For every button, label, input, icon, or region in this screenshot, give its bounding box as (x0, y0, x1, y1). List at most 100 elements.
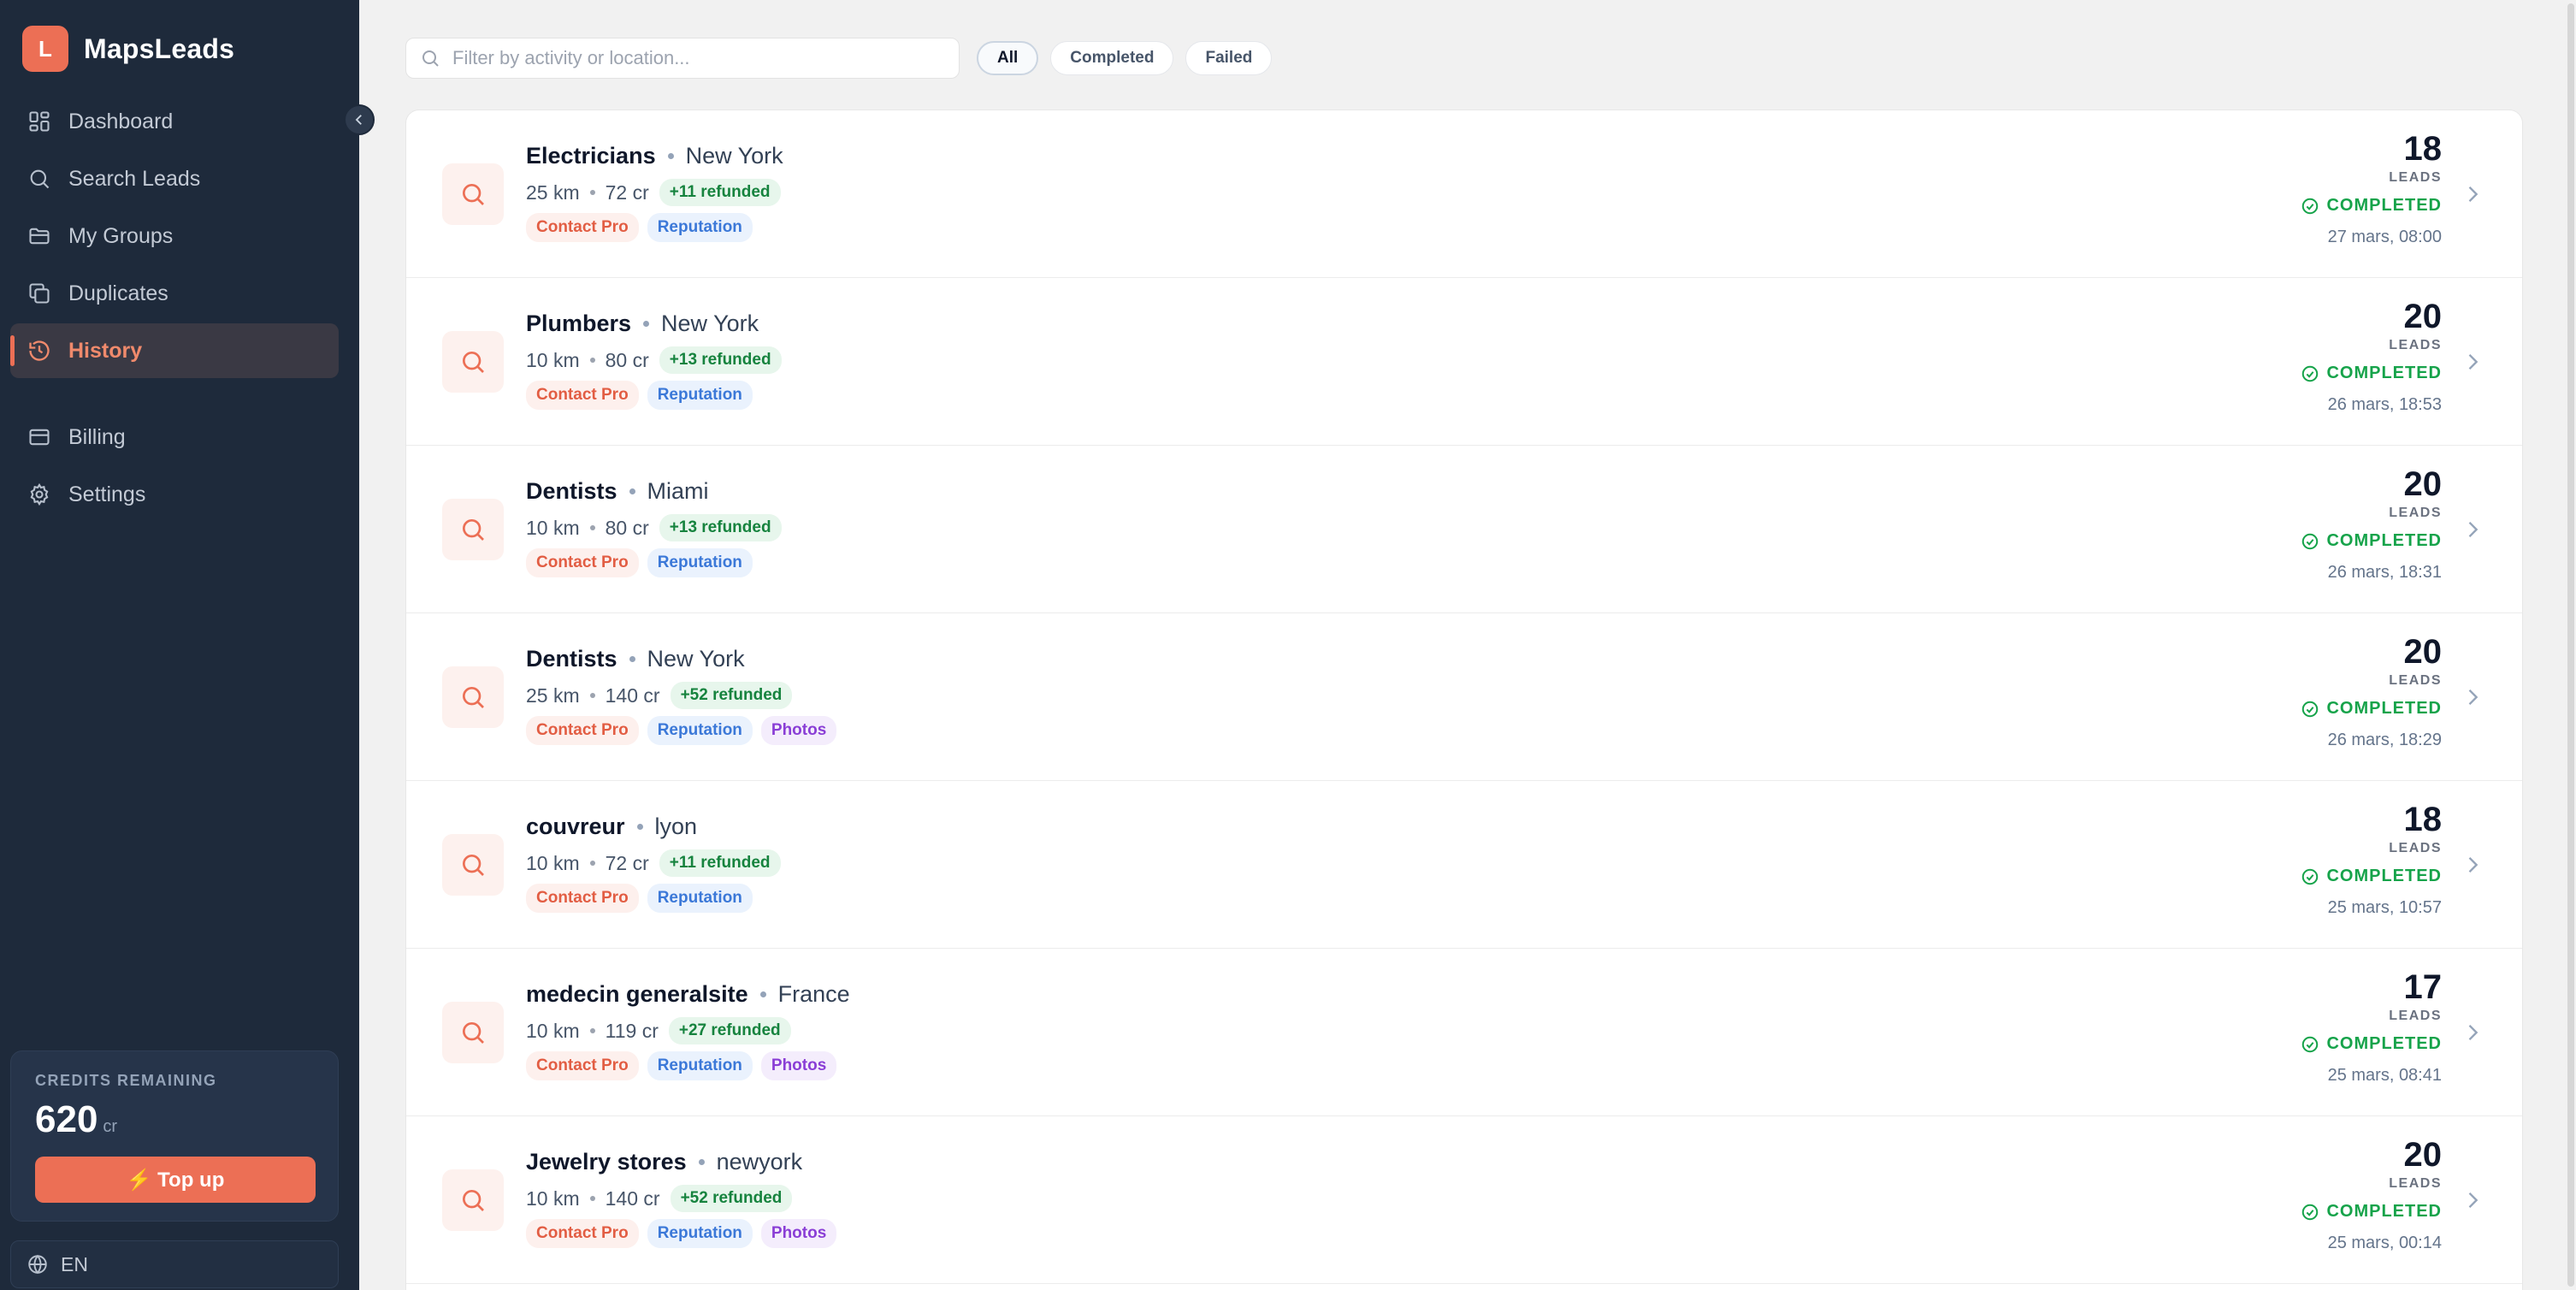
row-title: medecin generalsite France (526, 981, 850, 1008)
filter-chip-completed[interactable]: Completed (1050, 41, 1174, 75)
cost-value: 140 cr (605, 1186, 660, 1210)
leads-count: 20 (2403, 298, 2443, 335)
row-title: Electricians New York (526, 143, 783, 169)
sidebar-nav: Dashboard Search Leads My Groups Duplica… (10, 94, 339, 524)
option-tag: Photos (760, 716, 837, 745)
language-selector[interactable]: EN (10, 1240, 339, 1288)
history-icon (29, 340, 50, 361)
chevron-right-icon[interactable] (2461, 853, 2484, 877)
option-tags: Contact Pro Reputation (526, 884, 761, 913)
row-meta: 10 km 72 cr +11 refunded (526, 849, 781, 877)
status-badge: COMPLETED (2185, 196, 2442, 216)
option-tag: Photos (760, 1219, 837, 1248)
cost-value: 72 cr (605, 851, 649, 874)
chevron-right-icon[interactable] (2461, 350, 2484, 374)
cost-value: 140 cr (605, 683, 660, 707)
status-text: COMPLETED (2326, 364, 2442, 382)
search-icon (463, 1022, 484, 1044)
cost-value: 119 cr (605, 1019, 659, 1042)
refund-badge: +11 refunded (659, 179, 781, 206)
filter-chip-failed[interactable]: Failed (1185, 41, 1273, 75)
radius-value: 10 km (526, 851, 580, 874)
row-summary: 18 LEADS COMPLETED 27 mars, 08:00 (2185, 129, 2442, 247)
row-date: 25 mars, 10:57 (2327, 898, 2442, 917)
filter-chip-all[interactable]: All (977, 41, 1039, 75)
option-tags: Contact Pro Reputation (526, 381, 761, 410)
scrollbar-thumb[interactable] (2567, 3, 2574, 1287)
search-icon (30, 169, 50, 189)
check-circle-icon (2302, 533, 2319, 549)
separator-dot (589, 861, 595, 866)
language-label: EN (61, 1252, 88, 1275)
leads-count: 17 (2403, 968, 2443, 1006)
check-circle-icon (2302, 1036, 2319, 1052)
credits-label: CREDITS REMAINING (35, 1072, 217, 1089)
history-row[interactable]: Dentists Miami 10 km 80 cr +13 refunded … (406, 446, 2522, 613)
search-box[interactable] (405, 38, 960, 79)
row-date: 25 mars, 08:41 (2327, 1066, 2442, 1085)
row-meta: 10 km 80 cr +13 refunded (526, 514, 782, 541)
chevron-right-icon[interactable] (2461, 1188, 2484, 1212)
credit-card-icon (29, 429, 50, 446)
history-row[interactable]: Plumbers New York 10 km 80 cr +13 refund… (406, 278, 2522, 446)
separator-dot (629, 488, 635, 494)
row-summary: 20 LEADS COMPLETED 26 mars, 18:53 (2185, 297, 2442, 415)
search-icon-badge (442, 1002, 504, 1063)
row-summary: 20 LEADS COMPLETED 26 mars, 18:29 (2185, 632, 2442, 750)
option-tag: Reputation (647, 381, 753, 410)
sidebar-item-label: My Groups (68, 223, 174, 248)
cost-value: 80 cr (605, 516, 649, 539)
search-icon (463, 687, 484, 708)
status-badge: COMPLETED (2185, 867, 2442, 886)
option-tag: Contact Pro (526, 716, 639, 745)
sidebar-item-label: History (68, 338, 143, 363)
history-row[interactable]: Dentists New York 25 km 140 cr +52 refun… (406, 613, 2522, 781)
top-up-button[interactable]: ⚡ Top up (35, 1157, 316, 1203)
check-circle-icon (2302, 198, 2319, 214)
sidebar-item-search-leads[interactable]: Search Leads (10, 151, 339, 206)
sidebar-item-duplicates[interactable]: Duplicates (10, 266, 339, 321)
activity-name: Jewelry stores (526, 1149, 687, 1175)
cost-value: 72 cr (605, 180, 649, 204)
option-tag: Reputation (647, 1219, 753, 1248)
separator-dot (643, 321, 650, 327)
separator-dot (589, 1196, 595, 1201)
sidebar-item-settings[interactable]: Settings (10, 467, 339, 522)
option-tag: Contact Pro (526, 1051, 639, 1080)
option-tag: Reputation (647, 548, 753, 577)
check-circle-icon (2302, 868, 2319, 885)
chevron-right-icon[interactable] (2461, 518, 2484, 541)
history-row[interactable]: Electricians New York 25 km 72 cr +11 re… (406, 110, 2522, 278)
leads-label: LEADS (2389, 170, 2442, 185)
refund-badge: +52 refunded (670, 1185, 793, 1212)
sidebar-item-dashboard[interactable]: Dashboard (10, 94, 339, 149)
check-circle-icon (2302, 365, 2319, 382)
collapse-sidebar-button[interactable] (344, 104, 375, 135)
history-row[interactable]: Jewelry stores newyork 10 km 140 cr +52 … (406, 1116, 2522, 1284)
folder-icon (29, 228, 50, 245)
sidebar-item-history[interactable]: History (10, 323, 339, 378)
option-tag: Reputation (647, 716, 753, 745)
history-row[interactable]: couvreur lyon 10 km 72 cr +11 refunded C… (406, 781, 2522, 949)
option-tag: Contact Pro (526, 381, 639, 410)
chevron-right-icon[interactable] (2461, 1021, 2484, 1044)
leads-count: 20 (2403, 465, 2443, 503)
row-meta: 10 km 119 cr +27 refunded (526, 1017, 791, 1044)
brand[interactable]: L MapsLeads (22, 26, 234, 72)
chevron-right-icon[interactable] (2461, 685, 2484, 709)
credits-card: CREDITS REMAINING 620 cr ⚡ Top up (10, 1050, 339, 1222)
option-tag: Contact Pro (526, 1219, 639, 1248)
status-text: COMPLETED (2326, 196, 2442, 215)
sidebar-item-my-groups[interactable]: My Groups (10, 209, 339, 263)
chevron-right-icon[interactable] (2461, 182, 2484, 206)
globe-icon (28, 1254, 47, 1275)
refund-badge: +13 refunded (659, 514, 782, 541)
option-tag: Reputation (647, 213, 753, 242)
filter-input[interactable] (452, 47, 948, 69)
option-tags: Contact Pro Reputation Photos (526, 1219, 845, 1248)
sidebar-item-billing[interactable]: Billing (10, 410, 339, 465)
dashboard-icon (29, 111, 50, 132)
history-row[interactable]: medecin generalsite France 10 km 119 cr … (406, 949, 2522, 1116)
separator-dot (629, 656, 635, 662)
location-name: newyork (716, 1149, 803, 1175)
